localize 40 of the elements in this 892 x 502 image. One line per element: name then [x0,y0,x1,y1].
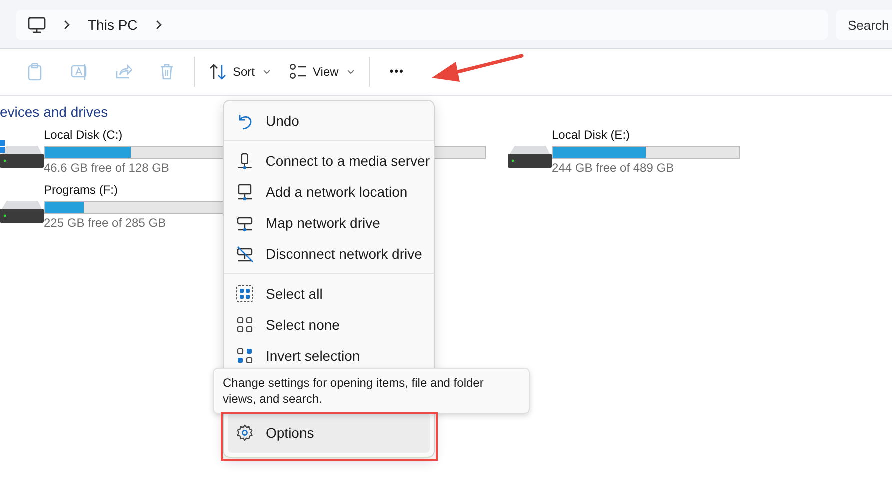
computer-icon [28,16,46,34]
drive-name: Programs (F:) [44,183,120,199]
menu-item[interactable]: Select none [228,309,430,340]
menu-item[interactable]: Options [228,413,430,453]
section-title: evices and drives [0,104,110,120]
network-computer-icon [236,182,254,200]
more-options-button[interactable]: ••• [376,55,418,89]
free-space-text: 225 GB free of 285 GB [44,216,168,230]
menu-item[interactable]: Add a network location [228,176,430,207]
media-server-icon [236,152,254,170]
drive-name: Local Disk (C:) [44,128,124,144]
menu-item[interactable]: Invert selection [228,340,430,371]
clipboard-icon [26,62,44,82]
menu-item[interactable]: Map network drive [228,207,430,238]
chevron-icon [63,20,71,30]
breadcrumb[interactable]: This PC [88,17,138,33]
list-view-icon [289,62,308,82]
trash-icon [158,62,176,82]
menu-item[interactable]: Select all [228,278,430,309]
menu-item[interactable]: Connect to a media server [228,145,430,176]
tooltip: Change settings for opening items, file and folder views, and search. [213,368,530,414]
list-view-button[interactable]: View [281,55,363,89]
invert-selection-icon [236,346,254,364]
caret-icon [346,69,355,75]
drive-name: Local Disk (E:) [552,128,632,144]
grid-icon [236,316,254,334]
caret-icon [263,69,272,75]
gear-icon [236,424,254,442]
menu-item[interactable]: Disconnect network drive [228,238,430,269]
disconnect-drive-icon [236,244,254,262]
sort-arrows-icon [209,62,227,82]
search-field[interactable]: Search [836,9,892,41]
address-bar[interactable]: This PC [16,10,828,40]
menu-item[interactable]: Undo [228,105,430,136]
select-all-icon [236,284,254,302]
free-space-text: 46.6 GB free of 128 GB [44,161,170,175]
free-space-text: 244 GB free of 489 GB [552,161,676,175]
sort-arrows-button[interactable]: Sort [201,55,280,89]
chevron-icon [154,20,163,30]
rename-icon [70,62,88,82]
